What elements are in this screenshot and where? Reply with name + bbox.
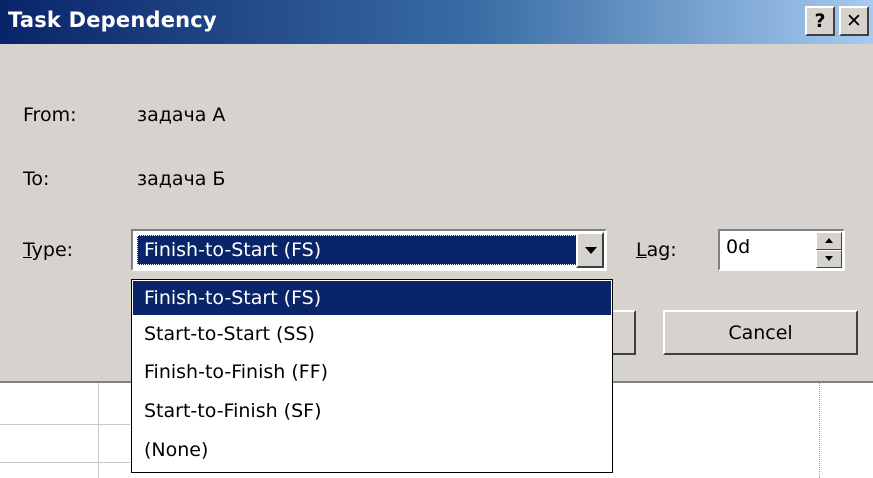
lag-label-accelerator: L	[636, 239, 647, 261]
type-option-fs[interactable]: Finish-to-Start (FS)	[133, 281, 611, 315]
type-option-ff[interactable]: Finish-to-Finish (FF)	[133, 355, 611, 389]
type-option-sf[interactable]: Start-to-Finish (SF)	[133, 394, 611, 428]
spin-up-icon	[825, 238, 833, 243]
lag-spin-down-button[interactable]	[816, 250, 842, 268]
to-value: задача Б	[137, 168, 226, 190]
type-option-ss[interactable]: Start-to-Start (SS)	[133, 317, 611, 351]
dialog-title: Task Dependency	[8, 8, 217, 32]
spin-down-icon	[825, 256, 833, 261]
cancel-button[interactable]: Cancel	[663, 310, 858, 355]
dropdown-arrow-icon	[585, 247, 597, 254]
grid-dotted-line	[819, 383, 820, 478]
to-label: To:	[23, 168, 50, 190]
from-label: From:	[23, 104, 77, 126]
lag-label-text: ag:	[646, 239, 677, 261]
type-label-text: ype:	[31, 239, 74, 261]
grid-line	[0, 462, 130, 463]
type-label-accelerator: T	[23, 239, 32, 261]
lag-spin-up-button[interactable]	[816, 232, 842, 250]
type-label: Type:	[23, 239, 73, 261]
grid-line	[0, 424, 130, 425]
lag-input[interactable]: 0d	[726, 236, 750, 258]
lag-label: Lag:	[636, 239, 677, 261]
lag-spinner[interactable]: 0d	[718, 229, 845, 271]
type-dropdown-button[interactable]	[576, 232, 604, 268]
type-option-none[interactable]: (None)	[133, 433, 611, 467]
help-icon[interactable]: ?	[805, 6, 835, 36]
type-combobox[interactable]: Finish-to-Start (FS)	[131, 229, 607, 271]
type-combobox-value: Finish-to-Start (FS)	[137, 235, 577, 265]
from-value: задача А	[137, 104, 226, 126]
type-dropdown-list[interactable]: Finish-to-Start (FS) Start-to-Start (SS)…	[131, 279, 613, 473]
grid-line	[98, 383, 99, 478]
close-icon[interactable]: ✕	[839, 6, 869, 36]
title-bar[interactable]: Task Dependency ? ✕	[0, 0, 873, 44]
